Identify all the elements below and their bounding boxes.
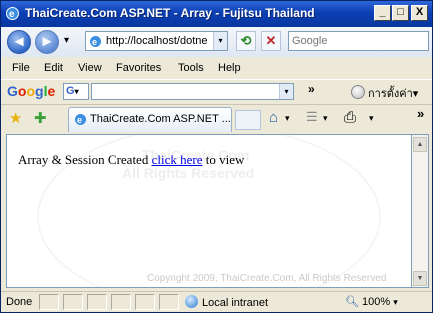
google-search-field[interactable]: ▾ xyxy=(91,83,294,100)
settings-circle-icon xyxy=(351,85,365,99)
menu-help[interactable]: Help xyxy=(218,62,241,74)
favorites-star-icon[interactable]: ★ xyxy=(9,109,22,127)
tab-active[interactable]: e ThaiCreate.Com ASP.NET ... xyxy=(68,107,232,132)
copyright-text: Copyright 2009, ThaiCreate.Com, All Righ… xyxy=(147,273,387,284)
ie-app-icon: e xyxy=(6,7,19,20)
status-segment xyxy=(111,294,131,310)
browser-window: e ThaiCreate.Com ASP.NET - Array - Fujit… xyxy=(0,0,433,313)
address-toolbar: ◄ ► ▾ e http://localhost/dotne ▾ ⟲ ✕ xyxy=(1,27,432,57)
menu-file[interactable]: File xyxy=(12,62,30,74)
google-settings-button[interactable]: การตั้งค่า▾ xyxy=(351,84,418,102)
maximize-button[interactable]: □ xyxy=(392,5,409,21)
view-link[interactable]: click here xyxy=(152,152,203,167)
page-icon: e xyxy=(90,36,101,47)
svg-text:e: e xyxy=(9,9,15,20)
home-icon[interactable]: ⌂ xyxy=(269,109,278,126)
rss-feed-icon[interactable]: ☰ xyxy=(306,109,318,125)
tab-label: ThaiCreate.Com ASP.NET ... xyxy=(90,113,231,125)
status-segment xyxy=(135,294,155,310)
status-segment xyxy=(39,294,59,310)
message-text: Array & Session Created xyxy=(18,152,152,167)
google-engine-select[interactable]: G▾ xyxy=(63,83,89,100)
page-message: Array & Session Created click here to vi… xyxy=(18,152,244,168)
page-content: ThaiCreate.Com All Rights Reserved Array… xyxy=(6,134,412,288)
message-suffix: to view xyxy=(202,152,245,167)
zoom-dropdown-icon: ▾ xyxy=(393,297,398,307)
svg-text:e: e xyxy=(92,37,97,47)
google-engine-dropdown-icon: ▾ xyxy=(74,87,79,96)
add-favorites-icon[interactable]: ✚ xyxy=(34,109,47,127)
tab-page-icon: e xyxy=(75,114,86,125)
forward-button[interactable]: ► xyxy=(35,30,59,54)
status-segment xyxy=(159,294,179,310)
address-dropdown-icon[interactable]: ▾ xyxy=(213,32,227,50)
google-settings-label: การตั้งค่า▾ xyxy=(368,88,419,100)
google-logo[interactable]: Google xyxy=(7,83,55,99)
window-title: ThaiCreate.Com ASP.NET - Array - Fujitsu… xyxy=(25,6,315,20)
google-toolbar: Google G▾ ▾ » การตั้งค่า▾ xyxy=(1,79,432,105)
feed-dropdown-icon[interactable]: ▾ xyxy=(323,113,328,124)
menu-view[interactable]: View xyxy=(78,62,102,74)
menu-edit[interactable]: Edit xyxy=(44,62,63,74)
zoom-control[interactable]: 🔍︎ 100% ▾ xyxy=(345,295,398,308)
tab-toolbar: ★ ✚ e ThaiCreate.Com ASP.NET ... ⌂ ▾ ☰ ▾… xyxy=(1,104,432,133)
status-segment xyxy=(63,294,83,310)
address-bar[interactable]: e http://localhost/dotne ▾ xyxy=(85,31,228,51)
home-dropdown-icon[interactable]: ▾ xyxy=(285,113,290,124)
scroll-down-button[interactable]: ▼ xyxy=(413,271,427,286)
vertical-scrollbar[interactable]: ▲ ▼ xyxy=(412,134,429,288)
print-icon[interactable]: ⎙ xyxy=(344,109,356,126)
google-g-icon: G xyxy=(66,85,75,97)
status-bar: Done Local intranet 🔍︎ 100% ▾ xyxy=(1,291,432,313)
close-button[interactable]: X xyxy=(411,5,428,21)
zoom-level: 100% xyxy=(362,296,391,308)
back-button[interactable]: ◄ xyxy=(7,30,31,54)
google-field-dropdown-icon[interactable]: ▾ xyxy=(279,84,293,99)
intranet-globe-icon xyxy=(185,295,198,308)
stop-button[interactable]: ✕ xyxy=(261,31,281,51)
status-segment xyxy=(87,294,107,310)
recent-pages-dropdown-icon[interactable]: ▾ xyxy=(64,35,69,46)
google-logo-text: Google xyxy=(7,83,56,99)
search-input[interactable] xyxy=(289,32,405,50)
refresh-button[interactable]: ⟲ xyxy=(236,31,256,51)
status-text: Done xyxy=(6,296,33,308)
address-url[interactable]: http://localhost/dotne xyxy=(106,35,214,47)
search-box[interactable] xyxy=(288,31,429,51)
zoom-magnifier-icon: 🔍︎ xyxy=(345,296,359,308)
new-tab-button[interactable] xyxy=(235,110,261,130)
minimize-button[interactable]: _ xyxy=(374,5,391,21)
google-more-chevron-icon[interactable]: » xyxy=(308,82,315,96)
zone-label: Local intranet xyxy=(202,297,269,309)
scroll-up-button[interactable]: ▲ xyxy=(413,137,427,152)
menu-favorites[interactable]: Favorites xyxy=(116,62,161,74)
toolbar-more-chevron-icon[interactable]: » xyxy=(417,106,424,121)
menu-bar: File Edit View Favorites Tools Help xyxy=(1,59,432,79)
title-bar[interactable]: e ThaiCreate.Com ASP.NET - Array - Fujit… xyxy=(1,1,432,27)
svg-text:e: e xyxy=(77,115,82,125)
menu-tools[interactable]: Tools xyxy=(178,62,204,74)
security-zone[interactable]: Local intranet xyxy=(185,295,268,309)
print-dropdown-icon[interactable]: ▾ xyxy=(369,113,374,124)
